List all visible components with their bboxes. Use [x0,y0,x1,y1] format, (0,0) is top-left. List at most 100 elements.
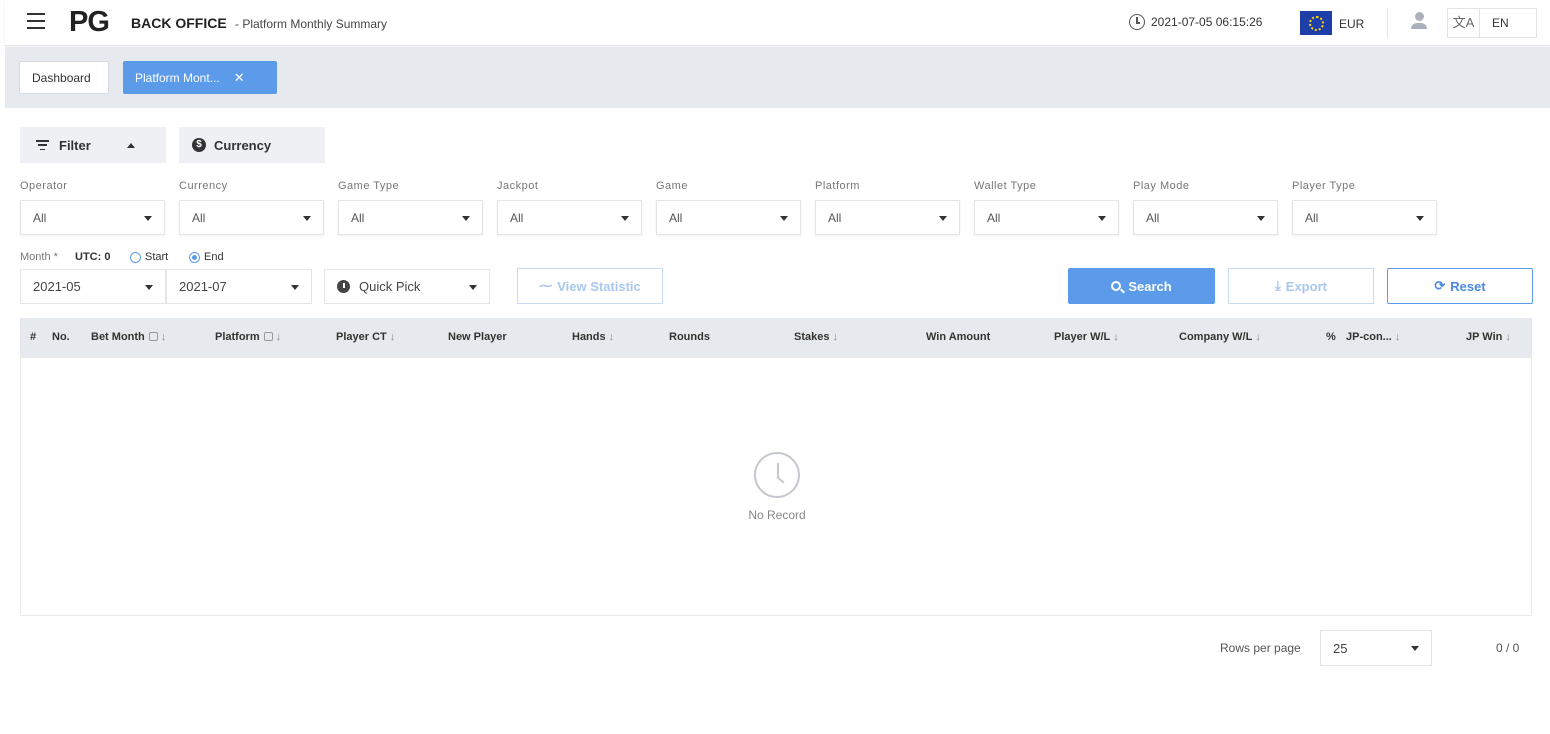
export-button[interactable]: ⤓ Export [1228,268,1374,304]
language-selector[interactable]: 文A EN [1447,8,1537,38]
radio-label: End [204,251,224,263]
empty-state-text: No Record [748,508,806,522]
sort-arrow-icon[interactable]: ↓ [609,331,615,343]
table-header: # No. Bet Month ↓ Platform ↓ Player CT ↓ Ne… [20,318,1532,358]
wallet-type-label: Wallet Type [974,180,1037,192]
game-type-select[interactable]: All [338,200,483,235]
select-value: All [33,210,47,225]
play-mode-select[interactable]: All [1133,200,1278,235]
rows-per-page-select[interactable]: 25 [1320,630,1432,666]
rows-per-page-label: Rows per page [1220,641,1301,655]
currency-code[interactable]: EUR [1339,17,1364,31]
month-from-select[interactable]: 2021-05 [20,269,166,304]
month-to-select[interactable]: 2021-07 [166,269,312,304]
refresh-icon: ⟳ [1434,278,1446,293]
select-value: All [987,210,1001,225]
sort-arrow-icon[interactable]: ↓ [1505,331,1511,343]
button-label: Export [1285,278,1327,294]
select-value: Quick Pick [359,279,421,294]
clock-icon [1129,14,1145,30]
column-header-jp-win[interactable]: JP Win ↓ [1466,331,1511,343]
close-icon[interactable]: ✕ [234,70,245,86]
column-header-company-wl[interactable]: Company W/L ↓ [1179,331,1261,343]
game-select[interactable]: All [656,200,801,235]
sort-arrow-icon[interactable]: ↓ [390,331,396,343]
operator-label: Operator [20,180,68,192]
radio-start[interactable]: Start [130,251,168,263]
tab-dashboard[interactable]: Dashboard [19,61,109,94]
lock-icon[interactable] [263,332,273,341]
select-value: 2021-07 [179,279,227,294]
column-header-stakes[interactable]: Stakes ↓ [794,331,838,343]
table-body: No Record [20,358,1532,616]
operator-select[interactable]: All [20,200,165,235]
translate-icon: 文A [1448,9,1480,37]
chevron-down-icon [469,285,477,290]
sort-arrow-icon[interactable]: ↓ [832,331,838,343]
chevron-down-icon [780,216,788,221]
radio-circle-icon [130,251,141,263]
column-header-jp-contribution[interactable]: JP-con... ↓ [1346,331,1400,343]
player-type-select[interactable]: All [1292,200,1437,235]
select-value: All [1305,210,1319,225]
column-header-new-player[interactable]: New Player [448,331,507,343]
user-icon[interactable] [1410,12,1428,32]
language-code: EN [1492,16,1509,30]
select-value: All [192,210,206,225]
menu-icon[interactable] [27,13,45,29]
month-label: Month * [20,251,58,263]
filter-label: Filter [59,137,91,153]
header-divider [1387,8,1388,38]
sort-arrow-icon[interactable]: ↓ [161,331,167,343]
currency-label: Currency [214,137,272,153]
tab-bar: Dashboard Platform Mont... ✕ [5,47,1550,108]
eu-flag-icon[interactable] [1300,11,1332,35]
reset-button[interactable]: ⟳ Reset [1387,268,1533,304]
sort-arrow-icon[interactable]: ↓ [1395,331,1401,343]
page-subtitle: - Platform Monthly Summary [235,17,388,31]
game-type-label: Game Type [338,180,400,192]
filter-icon [36,140,49,150]
jackpot-label: Jackpot [497,180,539,192]
tab-platform-monthly[interactable]: Platform Mont... ✕ [123,61,277,94]
currency-select[interactable]: All [179,200,324,235]
column-header-hands[interactable]: Hands ↓ [572,331,614,343]
column-header-bet-month[interactable]: Bet Month ↓ [91,331,166,343]
sort-arrow-icon[interactable]: ↓ [1113,331,1119,343]
sort-arrow-icon[interactable]: ↓ [1255,331,1261,343]
select-value: 2021-05 [33,279,81,294]
chevron-down-icon [1098,216,1106,221]
top-header: PG BACK OFFICE - Platform Monthly Summar… [5,0,1550,46]
filter-toggle-button[interactable]: Filter [20,127,166,163]
select-value: All [510,210,524,225]
select-value: All [1146,210,1160,225]
chevron-down-icon [291,285,299,290]
column-header-platform[interactable]: Platform ↓ [215,331,281,343]
download-icon: ⤓ [1275,278,1281,293]
column-header-player-wl[interactable]: Player W/L ↓ [1054,331,1119,343]
chevron-down-icon [145,285,153,290]
column-header-rounds[interactable]: Rounds [669,331,710,343]
column-header-percent[interactable]: % [1326,331,1336,343]
lock-icon[interactable] [148,332,158,341]
search-button[interactable]: Search [1068,268,1215,304]
view-statistic-button[interactable]: ⁓ View Statistic [517,268,663,304]
chevron-up-icon [126,142,135,148]
select-value: 25 [1333,640,1348,656]
column-header-win-amount[interactable]: Win Amount [926,331,990,343]
platform-select[interactable]: All [815,200,960,235]
jackpot-select[interactable]: All [497,200,642,235]
column-header-player-ct[interactable]: Player CT ↓ [336,331,395,343]
radio-end[interactable]: End [189,251,224,263]
radio-checked-icon [189,251,200,263]
chevron-down-icon [1411,646,1419,651]
column-header-no[interactable]: No. [52,331,70,343]
sort-arrow-icon[interactable]: ↓ [276,331,282,343]
server-time: 2021-07-05 06:15:26 [1129,14,1262,30]
clock-icon [754,452,800,498]
currency-toggle-button[interactable]: $ Currency [179,127,325,163]
wallet-type-select[interactable]: All [974,200,1119,235]
tab-label: Platform Mont... [135,70,220,85]
game-label: Game [656,180,688,192]
quick-pick-select[interactable]: Quick Pick [324,269,490,304]
